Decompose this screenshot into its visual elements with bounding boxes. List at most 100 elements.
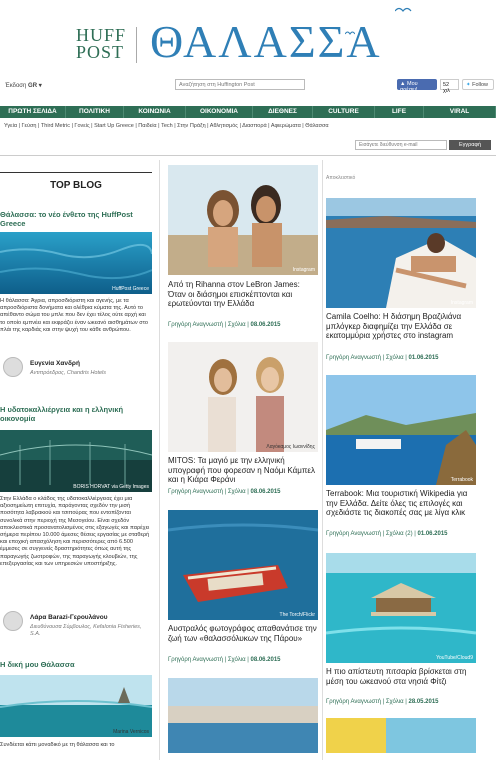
article-author[interactable]: Γρηγόρη Αναγνωστή [326, 531, 381, 537]
harbor-photo [168, 678, 318, 753]
nav-item[interactable]: ΚΟΙΝΩΝΙΑ [124, 106, 186, 118]
article-image-2[interactable]: Λαγόκαμος Ιωαννίδης [168, 342, 318, 452]
coast-photo [326, 375, 476, 485]
article-author[interactable]: Γρηγόρη Αναγνωστή [168, 489, 223, 495]
image-caption: Terrabook [450, 477, 473, 483]
blog-title-1[interactable]: Θάλασσα: το νέο ένθετο της HuffPost Gree… [0, 210, 152, 228]
blog-excerpt-3: Συνδέεται κάπι μοναδικό με τη θάλασσα κα… [0, 742, 115, 748]
article-date: 08.06.2015 [250, 489, 281, 495]
article-date: 28.05.2015 [408, 699, 439, 705]
ocean-image [0, 232, 152, 294]
nav-item[interactable]: CULTURE [313, 106, 375, 118]
image-caption: HuffPost Greece [112, 286, 149, 292]
fiji-pizzeria-photo [326, 553, 476, 663]
article-meta: Γρηγόρη Αναγνωστή | Σχόλια | 28.05.2015 [326, 699, 439, 705]
author-avatar[interactable] [3, 357, 23, 377]
article-author[interactable]: Γρηγόρη Αναγνωστή [326, 699, 381, 705]
column-divider [322, 160, 323, 760]
nav-item[interactable]: ΠΟΛΙΤΙΚΗ [66, 106, 124, 118]
nav-item[interactable]: ΟΙΚΟΝΟΜΙΑ [186, 106, 253, 118]
image-caption: Marina Vernicos [113, 729, 149, 735]
comments-link[interactable]: Σχόλια [386, 355, 404, 361]
swimwear-photo [168, 342, 318, 452]
newsletter-subscribe-button[interactable]: Εγγραφή [449, 140, 491, 150]
main-nav: ΠΡΩΤΗ ΣΕΛΙΔΑ ΠΟΛΙΤΙΚΗ ΚΟΙΝΩΝΙΑ ΟΙΚΟΝΟΜΙΑ ΔΙΕ… [0, 106, 496, 118]
twitter-follow-button[interactable]: ✦ Follow [462, 79, 494, 90]
facebook-like-button[interactable]: ▲ Μου αρέσει! [397, 79, 437, 93]
article-meta: Γρηγόρη Αναγνωστή | Σχόλια | 01.06.2015 [326, 355, 439, 361]
column-divider [159, 160, 160, 760]
exclusive-label: Αποκλειστικό [326, 175, 356, 181]
tw-label: Follow [472, 82, 489, 88]
author-name[interactable]: Ευγενία Χανδρή [30, 360, 80, 367]
article-meta: Γρηγόρη Αναγνωστή | Σχόλια | 08.06.2015 [168, 657, 281, 663]
edition-value: GR ▾ [28, 83, 42, 89]
blog-image-2[interactable]: BORIS HORVAT via Getty Images [0, 430, 152, 492]
article-title[interactable]: MITOS: Τα μαγιό με την ελληνική υπογραφή… [168, 456, 318, 485]
article-author[interactable]: Γρηγόρη Αναγνωστή [326, 355, 381, 361]
article-image-5[interactable]: Instagram [326, 198, 476, 308]
top-blog-heading: TOP BLOG [0, 172, 152, 198]
article-title[interactable]: Από τη Rihanna στον LeBron James: Όταν ο… [168, 280, 318, 309]
image-caption: Instagram [450, 300, 473, 306]
comments-link[interactable]: Σχόλια [228, 322, 246, 328]
blog-excerpt-1: Η θάλασσα: Άγρια, απροσδιόριστη και αγεν… [0, 298, 148, 333]
celebrities-photo [168, 165, 318, 275]
article-author[interactable]: Γρηγόρη Αναγνωστή [168, 322, 223, 328]
article-image-6[interactable]: Terrabook [326, 375, 476, 485]
image-caption: The Torch/Flickr [279, 612, 315, 618]
comments-link[interactable]: Σχόλια [228, 657, 246, 663]
divider [0, 155, 496, 156]
logo-divider [136, 27, 137, 63]
image-caption: YouTube/Cloud9 [436, 655, 473, 661]
article-image-4[interactable] [168, 678, 318, 753]
edition-selector[interactable]: Έκδοση GR ▾ [5, 82, 42, 89]
blog-excerpt-2: Στην Ελλάδα ο κλάδος της υδατοκαλλιέργει… [0, 496, 150, 567]
author-role: Αντιπρόεδρος, Chandris Hotels [30, 370, 107, 376]
nav-item[interactable]: ΠΡΩΤΗ ΣΕΛΙΔΑ [0, 106, 66, 118]
article-meta: Γρηγόρη Αναγνωστή | Σχόλια | 08.06.2015 [168, 322, 281, 328]
author-avatar[interactable] [3, 611, 23, 631]
sub-nav[interactable]: Υγεία | Γεύση | Third Metric | Γονείς | … [4, 123, 494, 129]
article-image-8[interactable] [326, 718, 476, 753]
article-date: 08.06.2015 [250, 322, 281, 328]
article-image-1[interactable]: Instagram [168, 165, 318, 275]
top-toolbar: Έκδοση GR ▾ Αναζήτηση στη Huffington Pos… [0, 79, 496, 94]
beach-photo [326, 718, 476, 753]
birds-icon [394, 5, 415, 18]
image-caption: BORIS HORVAT via Getty Images [73, 484, 149, 490]
boat-photo [168, 510, 318, 620]
nav-item[interactable]: VIRAL [424, 106, 496, 118]
article-author[interactable]: Γρηγόρη Αναγνωστή [168, 657, 223, 663]
sea-image [0, 675, 152, 737]
article-date: 01.06.2015 [417, 531, 448, 537]
blog-image-3[interactable]: Marina Vernicos [0, 675, 152, 737]
search-input[interactable]: Αναζήτηση στη Huffington Post [175, 79, 305, 90]
article-meta: Γρηγόρη Αναγνωστή | Σχόλια | 08.06.2015 [168, 489, 281, 495]
blog-image-1[interactable]: HuffPost Greece [0, 232, 152, 294]
newsletter-email-input[interactable]: Εισάγετε διεύθυνση e-mail [355, 140, 447, 150]
edition-label: Έκδοση [5, 83, 27, 89]
article-image-3[interactable]: The Torch/Flickr [168, 510, 318, 620]
aquaculture-image [0, 430, 152, 492]
image-caption: Λαγόκαμος Ιωαννίδης [266, 444, 315, 450]
blog-title-3[interactable]: Η δική μου Θάλασσα [0, 660, 152, 669]
comments-link[interactable]: Σχόλια [386, 699, 404, 705]
huffpost-logo[interactable]: HUFF POST [76, 26, 126, 61]
article-image-7[interactable]: YouTube/Cloud9 [326, 553, 476, 663]
author-name[interactable]: Λάρα Barazi-Γερουλάνου [30, 614, 108, 621]
article-title[interactable]: Αυστραλός φωτογράφος απαθανάτισε την ζωή… [168, 624, 318, 643]
nav-item[interactable]: ΔΙΕΘΝΕΣ [253, 106, 313, 118]
article-meta: Γρηγόρη Αναγνωστή | Σχόλια (2) | 01.06.2… [326, 531, 448, 537]
fb-like-count: 52 χιλ [440, 79, 459, 94]
article-title[interactable]: Camila Coelho: Η διάσημη Βραζιλιάνα μπλό… [326, 312, 476, 341]
comments-link[interactable]: Σχόλια [228, 489, 246, 495]
comments-link[interactable]: Σχόλια (2) [386, 531, 413, 537]
article-title[interactable]: Terrabook: Μια τουριστική Wikipedia για … [326, 489, 476, 518]
blog-title-2[interactable]: Η υδατοκαλλιέργεια και η ελληνική οικονο… [0, 405, 152, 423]
section-title: ΘΑΛΑΣΣΑ [150, 16, 382, 67]
article-title[interactable]: Η πιο απίστευτη πιτσαρία βρίσκεται στη μ… [326, 667, 476, 686]
nav-item[interactable]: LIFE [375, 106, 424, 118]
article-date: 01.06.2015 [408, 355, 439, 361]
twitter-icon: ✦ [466, 82, 471, 88]
